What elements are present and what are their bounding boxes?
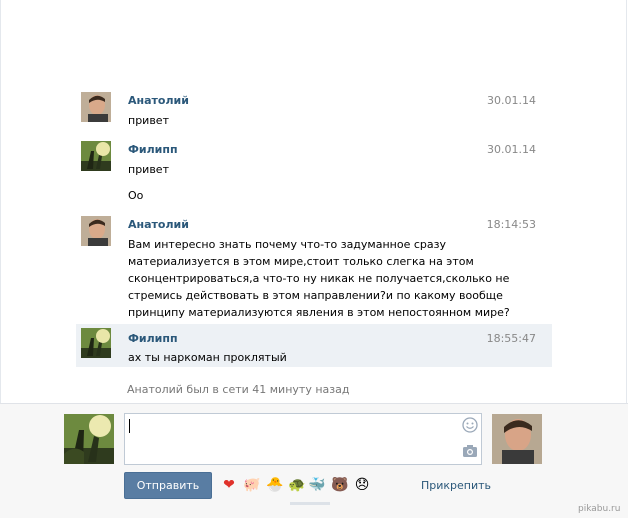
message-text: Вам интересно знать почему что-то задума…	[128, 236, 510, 321]
message-composer: Отправить ❤ 🐖 🐣 🐢 🐳 🐻 😞 Прикрепить	[0, 403, 628, 518]
hatching-chick-icon[interactable]: 🐣	[266, 476, 284, 494]
avatar-anatoly[interactable]	[81, 92, 111, 122]
avatar-filipp[interactable]	[81, 328, 111, 358]
attach-link[interactable]: Прикрепить	[421, 479, 491, 492]
text-caret	[129, 419, 130, 433]
message-line: привет	[128, 114, 169, 127]
message-line: материализуется в этом мире,стоит только…	[128, 255, 474, 268]
message-author[interactable]: Анатолий	[128, 218, 189, 231]
heart-icon[interactable]: ❤	[220, 476, 238, 494]
message-line: стремись действовать в этом направлении?…	[128, 289, 503, 302]
turtle-icon[interactable]: 🐢	[288, 476, 306, 494]
message-line: принципу материализуются явления в этом …	[128, 306, 510, 319]
camera-icon[interactable]	[462, 443, 478, 459]
online-status: Анатолий был в сети 41 минуту назад	[127, 383, 350, 396]
message-text: привет Оо	[128, 161, 478, 204]
avatar-anatoly[interactable]	[81, 216, 111, 246]
pig-icon[interactable]: 🐖	[243, 476, 261, 494]
message-time: 18:14:53	[486, 218, 536, 231]
message-time: 30.01.14	[487, 94, 536, 107]
message-item[interactable]: Анатолий 30.01.14 привет	[76, 88, 552, 128]
message-input[interactable]	[124, 413, 482, 465]
resize-handle[interactable]	[290, 502, 330, 505]
message-item[interactable]: Анатолий 18:14:53 Вам интересно знать по…	[76, 212, 552, 322]
message-time: 30.01.14	[487, 143, 536, 156]
peer-avatar[interactable]	[492, 414, 542, 464]
message-author[interactable]: Филипп	[128, 143, 178, 156]
message-item-highlighted[interactable]: Филипп 18:55:47 ах ты наркоман проклятый	[76, 324, 552, 367]
message-line: сконцентрироваться,а что-то ну никак не …	[128, 272, 510, 285]
message-line	[128, 178, 478, 187]
whale-icon[interactable]: 🐳	[308, 476, 326, 494]
message-text: ах ты наркоман проклятый	[128, 349, 478, 366]
message-author[interactable]: Анатолий	[128, 94, 189, 107]
message-line: Оо	[128, 189, 144, 202]
watermark: pikabu.ru	[578, 504, 621, 514]
message-text: привет	[128, 112, 478, 129]
message-line: привет	[128, 163, 169, 176]
message-time: 18:55:47	[486, 332, 536, 345]
message-item[interactable]: Филипп 30.01.14 привет Оо	[76, 137, 552, 207]
message-author[interactable]: Филипп	[128, 332, 178, 345]
smile-icon[interactable]	[462, 417, 478, 433]
bear-icon[interactable]: 🐻	[331, 476, 349, 494]
send-button[interactable]: Отправить	[124, 472, 212, 499]
my-avatar[interactable]	[64, 414, 114, 464]
message-line: Вам интересно знать почему что-то задума…	[128, 238, 446, 251]
message-line: ах ты наркоман проклятый	[128, 351, 287, 364]
disappointed-face-icon[interactable]: 😞	[353, 476, 371, 494]
avatar-filipp[interactable]	[81, 141, 111, 171]
